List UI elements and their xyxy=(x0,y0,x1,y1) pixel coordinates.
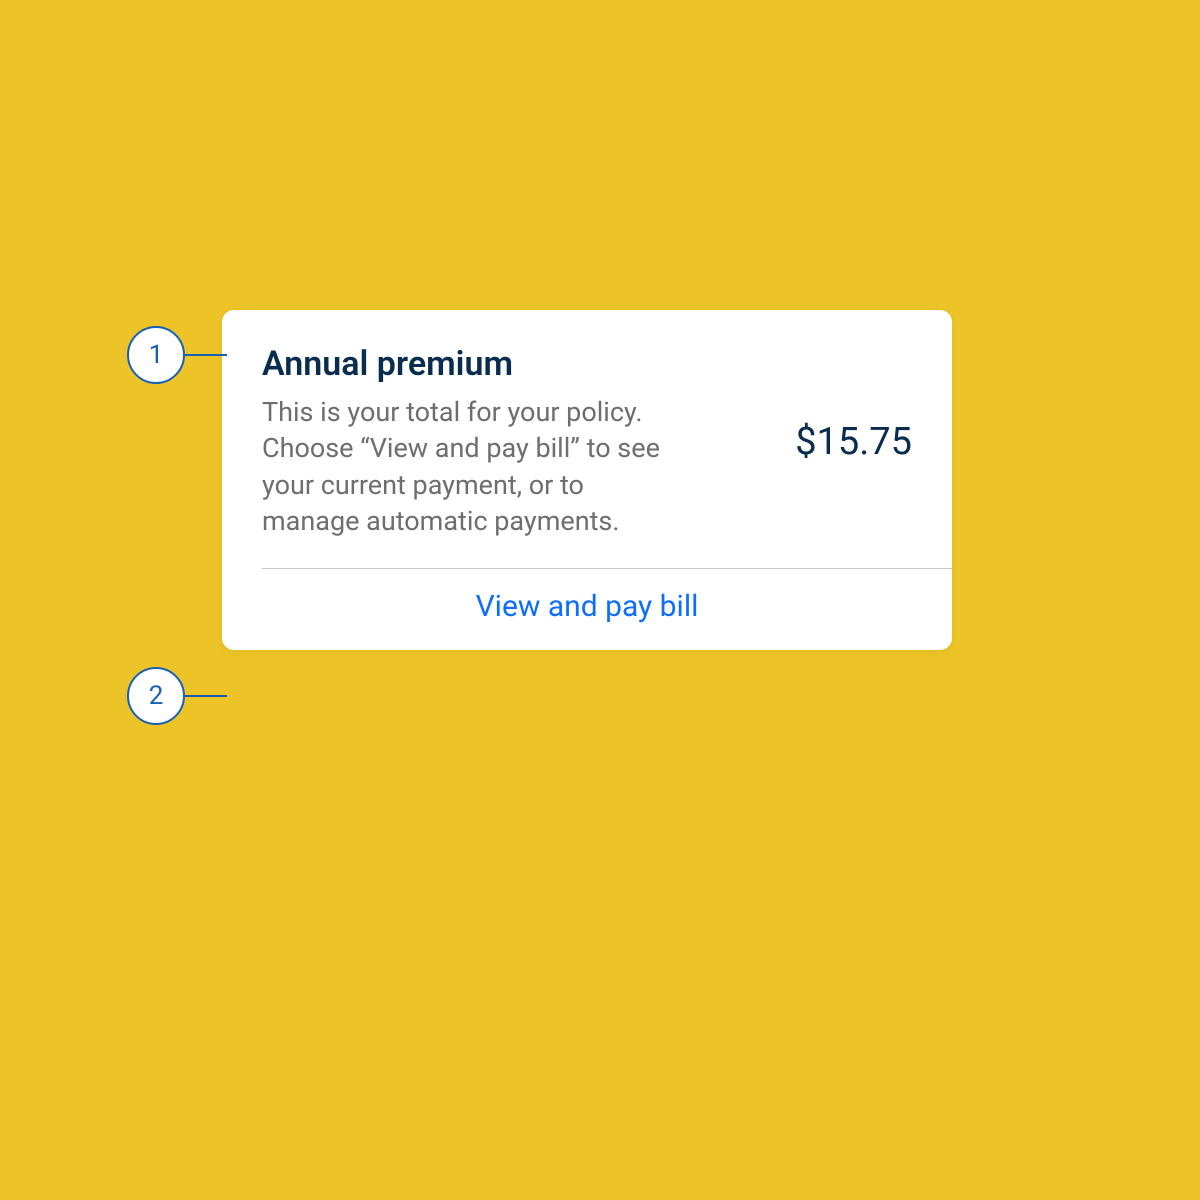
card-footer: View and pay bill xyxy=(222,569,952,650)
annotation-badge-1: 1 xyxy=(127,326,185,384)
view-pay-bill-link[interactable]: View and pay bill xyxy=(476,589,699,624)
annotation-number: 1 xyxy=(149,340,164,370)
card-description: This is your total for your policy. Choo… xyxy=(262,394,682,540)
annotation-connector-line xyxy=(185,354,227,356)
premium-card: Annual premium This is your total for yo… xyxy=(222,310,952,650)
card-text-section: Annual premium This is your total for yo… xyxy=(262,344,682,540)
annotation-marker-1: 1 xyxy=(127,326,227,384)
annotation-number: 2 xyxy=(149,681,164,711)
premium-card-wrapper: Annual premium This is your total for yo… xyxy=(222,310,952,650)
annotation-badge-2: 2 xyxy=(127,667,185,725)
premium-amount: $15.75 xyxy=(765,420,912,464)
card-title: Annual premium xyxy=(262,344,682,384)
card-body: Annual premium This is your total for yo… xyxy=(222,310,952,568)
annotation-connector-line xyxy=(185,695,227,697)
annotation-marker-2: 2 xyxy=(127,667,227,725)
